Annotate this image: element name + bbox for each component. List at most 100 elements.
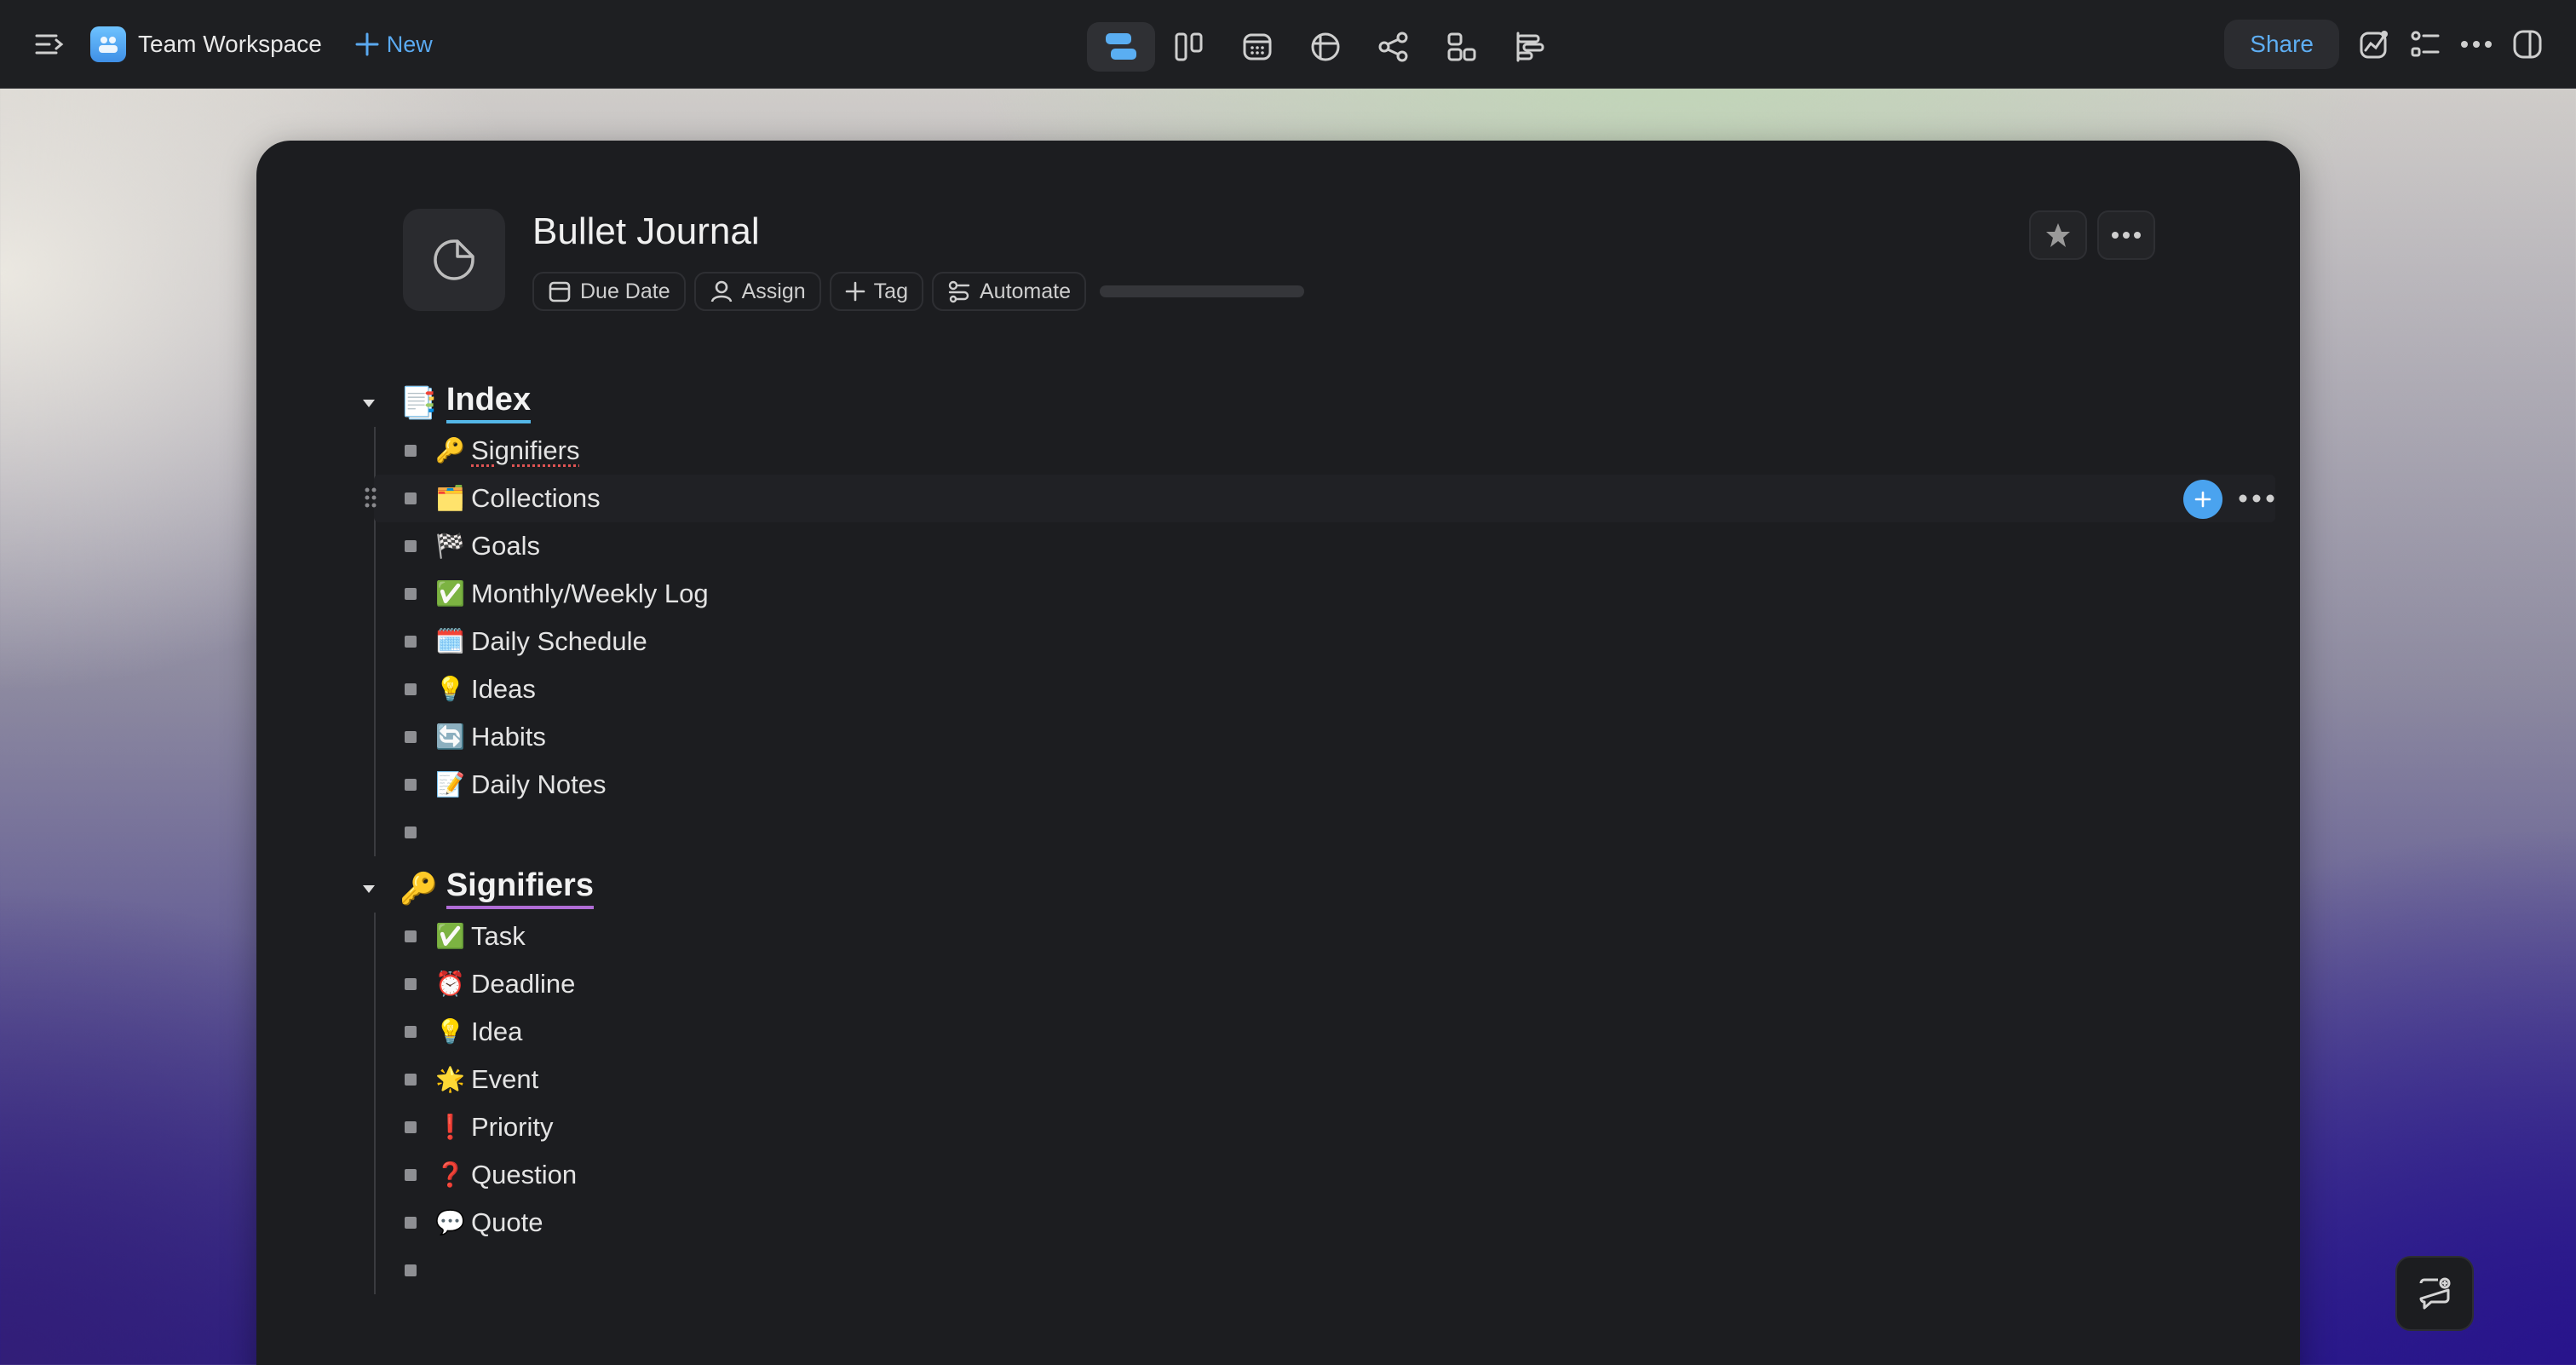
analytics-icon[interactable]	[2349, 20, 2399, 69]
bullet-icon[interactable]	[405, 636, 417, 648]
item-text[interactable]: Daily Schedule	[471, 626, 647, 657]
outline-view-icon[interactable]	[1087, 22, 1155, 72]
item-text[interactable]: Daily Notes	[471, 769, 607, 800]
list-item[interactable]: 💡 Idea	[405, 1008, 2182, 1056]
outline-section-index: 📑 Index 🔑 Signifiers 🗂️ Collections 🏁 Go…	[359, 379, 2275, 856]
assign-button[interactable]: Assign	[693, 272, 821, 311]
gantt-view-icon[interactable]	[1496, 22, 1564, 72]
automate-label: Automate	[979, 279, 1071, 303]
automation-icon	[948, 280, 970, 303]
item-emoji: ❗	[435, 1114, 465, 1140]
list-item[interactable]: 💡 Ideas	[405, 665, 2182, 713]
section-title[interactable]: Signifiers	[446, 867, 594, 909]
bullet-icon[interactable]	[405, 683, 417, 695]
collapse-caret-icon[interactable]	[359, 393, 379, 413]
sidebar-toggle-icon[interactable]	[34, 32, 65, 57]
bullet-icon[interactable]	[405, 1217, 417, 1229]
new-button[interactable]: New	[354, 32, 433, 58]
item-text[interactable]: Event	[471, 1064, 538, 1095]
list-item[interactable]: 🔑 Signifiers	[405, 427, 2182, 475]
item-text[interactable]: Habits	[471, 722, 546, 752]
item-text[interactable]: Monthly/Weekly Log	[471, 579, 709, 609]
item-text[interactable]: Deadline	[471, 969, 575, 999]
assign-label: Assign	[741, 279, 806, 303]
table-view-icon[interactable]	[1291, 22, 1360, 72]
page-title[interactable]: Bullet Journal	[532, 210, 760, 253]
list-item[interactable]: 📝 Daily Notes	[405, 761, 2182, 809]
favorite-button[interactable]	[2029, 210, 2087, 260]
bullet-icon[interactable]	[405, 826, 417, 838]
outline-section-signifiers: 🔑 Signifiers ✅ Task ⏰ Deadline 💡 Idea 🌟 Even…	[359, 865, 2182, 1294]
item-text[interactable]: Priority	[471, 1112, 553, 1143]
item-text[interactable]: Task	[471, 921, 526, 952]
document-card: Bullet Journal Due Date Assign Tag Autom…	[256, 141, 2300, 1365]
view-switcher	[1087, 22, 1564, 72]
bullet-icon[interactable]	[405, 930, 417, 942]
due-date-button[interactable]: Due Date	[532, 272, 686, 311]
section-title[interactable]: Index	[446, 382, 532, 423]
new-button-label: New	[386, 31, 433, 57]
document-icon[interactable]	[403, 209, 505, 311]
bullet-icon[interactable]	[405, 1074, 417, 1086]
bullet-icon[interactable]	[405, 1264, 417, 1276]
item-text[interactable]: Collections	[471, 483, 601, 514]
document-more-button[interactable]	[2097, 210, 2155, 260]
add-child-button[interactable]	[2183, 480, 2222, 519]
more-options-icon[interactable]	[2452, 20, 2501, 69]
row-more-icon[interactable]	[2238, 492, 2275, 507]
item-text[interactable]: Ideas	[471, 674, 536, 705]
bullet-icon[interactable]	[405, 492, 417, 504]
board-view-icon[interactable]	[1155, 22, 1223, 72]
item-emoji: 🔄	[435, 723, 465, 750]
item-text[interactable]: Question	[471, 1160, 577, 1190]
automate-button[interactable]: Automate	[931, 272, 1086, 311]
hierarchy-view-icon[interactable]	[1428, 22, 1496, 72]
item-text[interactable]: Quote	[471, 1207, 543, 1238]
bullet-icon[interactable]	[405, 588, 417, 600]
item-text[interactable]: Signifiers	[471, 435, 580, 466]
list-item-empty[interactable]	[405, 1247, 2182, 1294]
bullet-icon[interactable]	[405, 1121, 417, 1133]
list-item-empty[interactable]	[405, 809, 2182, 856]
item-emoji: 🗓️	[435, 628, 465, 654]
share-button[interactable]: Share	[2224, 20, 2339, 69]
top-bar: Team Workspace New Share	[0, 0, 2576, 89]
checklist-icon[interactable]	[2401, 20, 2450, 69]
list-item[interactable]: 💬 Quote	[405, 1199, 2182, 1247]
workspace-icon[interactable]	[90, 26, 126, 62]
list-item[interactable]: ❗ Priority	[405, 1103, 2182, 1151]
plus-icon	[2194, 491, 2211, 508]
list-item[interactable]: 🌟 Event	[405, 1056, 2182, 1103]
item-emoji: 💡	[435, 1018, 465, 1045]
chat-icon	[2419, 1277, 2451, 1310]
mindmap-view-icon[interactable]	[1360, 22, 1428, 72]
bullet-icon[interactable]	[405, 731, 417, 743]
bullet-icon[interactable]	[405, 540, 417, 552]
bullet-icon[interactable]	[405, 445, 417, 457]
item-text[interactable]: Idea	[471, 1017, 522, 1047]
list-item[interactable]: ❓ Question	[405, 1151, 2182, 1199]
list-item[interactable]: ✅ Monthly/Weekly Log	[405, 570, 2182, 618]
tag-button[interactable]: Tag	[829, 272, 923, 311]
list-item[interactable]: 🏁 Goals	[405, 522, 2182, 570]
plus-icon	[845, 281, 865, 302]
bullet-icon[interactable]	[405, 1026, 417, 1038]
bullet-icon[interactable]	[405, 779, 417, 791]
list-item[interactable]: 🔄 Habits	[405, 713, 2182, 761]
list-item[interactable]: 🗂️ Collections	[365, 475, 2275, 522]
drag-handle-icon[interactable]	[364, 487, 377, 513]
bullet-icon[interactable]	[405, 1169, 417, 1181]
list-item[interactable]: ⏰ Deadline	[405, 960, 2182, 1008]
section-emoji: 🔑	[400, 871, 438, 906]
list-item[interactable]: 🗓️ Daily Schedule	[405, 618, 2182, 665]
right-panel-icon[interactable]	[2503, 20, 2552, 69]
item-emoji: 💡	[435, 676, 465, 702]
workspace-name[interactable]: Team Workspace	[138, 31, 322, 58]
item-emoji: ⏰	[435, 970, 465, 997]
chat-assistant-button[interactable]	[2395, 1256, 2474, 1331]
list-item[interactable]: ✅ Task	[405, 913, 2182, 960]
item-text[interactable]: Goals	[471, 531, 540, 562]
collapse-caret-icon[interactable]	[359, 878, 379, 899]
calendar-view-icon[interactable]	[1223, 22, 1291, 72]
bullet-icon[interactable]	[405, 978, 417, 990]
